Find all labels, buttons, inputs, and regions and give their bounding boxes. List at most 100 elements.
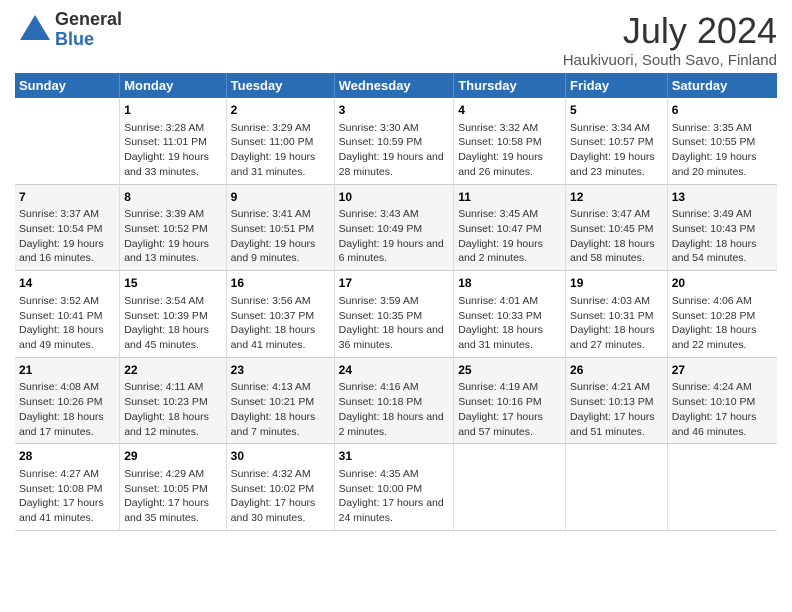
- daylight-text: Daylight: 17 hours and 51 minutes.: [570, 411, 655, 438]
- cell-content: Sunrise: 3:43 AMSunset: 10:49 PMDaylight…: [339, 207, 450, 266]
- sunrise-text: Sunrise: 4:24 AM: [672, 381, 752, 393]
- calendar-cell: 29 Sunrise: 4:29 AMSunset: 10:05 PMDaylig…: [120, 444, 226, 531]
- header-friday: Friday: [566, 73, 668, 98]
- calendar-cell: 21Sunrise: 4:08 AMSunset: 10:26 PMDaylig…: [15, 357, 120, 444]
- cell-content: Sunrise: 3:41 AM Sunset: 10:51 PM Daylight…: [231, 207, 330, 266]
- daylight-text: Daylight: 19 hours and 16 minutes.: [19, 238, 104, 265]
- cell-content: Sunrise: 3:45 AMSunset: 10:47 PMDaylight…: [458, 207, 561, 266]
- daylight-text: Daylight: 18 hours and 22 minutes.: [672, 324, 757, 351]
- cell-content: Sunrise: 3:39 AMSunset: 10:52 PMDaylight…: [124, 207, 221, 266]
- sunset-text: Sunset: 10:57 PM: [570, 136, 653, 148]
- cell-content: Sunrise: 4:11 AMSunset: 10:23 PMDaylight…: [124, 380, 221, 439]
- sunrise-text: Sunrise: 3:32 AM: [458, 122, 538, 134]
- calendar-cell: 9 Sunrise: 3:41 AM Sunset: 10:51 PM Dayligh…: [226, 184, 334, 271]
- sunset-text: Sunset: 10:51 PM: [231, 223, 314, 235]
- calendar-cell: 26Sunrise: 4:21 AMSunset: 10:13 PMDaylig…: [566, 357, 668, 444]
- cell-content: Sunrise: 4:16 AMSunset: 10:18 PMDaylight…: [339, 380, 450, 439]
- logo-blue: Blue: [55, 30, 122, 50]
- day-number: 16: [231, 275, 330, 292]
- sunrise-text: Sunrise: 3:37 AM: [19, 208, 99, 220]
- daylight-text: Daylight: 19 hours and 2 minutes.: [458, 238, 543, 265]
- sunrise-text: Sunrise: 3:28 AM: [124, 122, 204, 134]
- sunset-text: Sunset: 10:54 PM: [19, 223, 102, 235]
- cell-content: Sunrise: 4:27 AMSunset: 10:08 PMDaylight…: [19, 467, 115, 526]
- daylight-text: Daylight: 18 hours and 31 minutes.: [458, 324, 543, 351]
- calendar-cell: 25Sunrise: 4:19 AMSunset: 10:16 PMDaylig…: [454, 357, 566, 444]
- calendar-cell: 4Sunrise: 3:32 AMSunset: 10:58 PMDayligh…: [454, 98, 566, 184]
- day-number: 18: [458, 275, 561, 292]
- day-number: 31: [339, 448, 450, 465]
- calendar-cell: 13Sunrise: 3:49 AMSunset: 10:43 PMDaylig…: [667, 184, 777, 271]
- calendar-table: Sunday Monday Tuesday Wednesday Thursday…: [15, 73, 777, 531]
- daylight-text: Daylight: 18 hours and 58 minutes.: [570, 238, 655, 265]
- day-number: 11: [458, 189, 561, 206]
- daylight-text: Daylight: 17 hours and 41 minutes.: [19, 497, 104, 524]
- day-number: 29: [124, 448, 221, 465]
- cell-content: Sunrise: 4:19 AMSunset: 10:16 PMDaylight…: [458, 380, 561, 439]
- cell-content: Sunrise: 4:29 AMSunset: 10:05 PMDaylight…: [124, 467, 221, 526]
- day-number: 3: [339, 102, 450, 119]
- cell-content: Sunrise: 4:24 AM Sunset: 10:10 PM Daylight…: [672, 380, 773, 439]
- daylight-text: Daylight: 17 hours and 35 minutes.: [124, 497, 209, 524]
- day-number: 6: [672, 102, 773, 119]
- sunrise-text: Sunrise: 3:47 AM: [570, 208, 650, 220]
- calendar-week-row: 14Sunrise: 3:52 AMSunset: 10:41 PMDaylig…: [15, 271, 777, 358]
- sunrise-text: Sunrise: 4:19 AM: [458, 381, 538, 393]
- sunset-text: Sunset: 10:21 PM: [231, 396, 314, 408]
- calendar-cell: 7Sunrise: 3:37 AMSunset: 10:54 PMDayligh…: [15, 184, 120, 271]
- cell-content: Sunrise: 4:21 AMSunset: 10:13 PMDaylight…: [570, 380, 663, 439]
- cell-content: Sunrise: 4:06 AM Sunset: 10:28 PM Daylight…: [672, 294, 773, 353]
- main-title: July 2024: [563, 10, 777, 52]
- day-number: 17: [339, 275, 450, 292]
- cell-content: Sunrise: 3:56 AMSunset: 10:37 PMDaylight…: [231, 294, 330, 353]
- sunset-text: Sunset: 10:10 PM: [672, 396, 755, 408]
- cell-content: Sunrise: 4:01 AMSunset: 10:33 PMDaylight…: [458, 294, 561, 353]
- sunrise-text: Sunrise: 3:59 AM: [339, 295, 419, 307]
- day-number: 8: [124, 189, 221, 206]
- daylight-text: Daylight: 17 hours and 46 minutes.: [672, 411, 757, 438]
- sunrise-text: Sunrise: 3:34 AM: [570, 122, 650, 134]
- sunrise-text: Sunrise: 3:49 AM: [672, 208, 752, 220]
- sunset-text: Sunset: 10:13 PM: [570, 396, 653, 408]
- daylight-text: Daylight: 19 hours and 26 minutes.: [458, 151, 543, 178]
- calendar-cell: [667, 444, 777, 531]
- cell-content: Sunrise: 3:52 AMSunset: 10:41 PMDaylight…: [19, 294, 115, 353]
- calendar-cell: 10Sunrise: 3:43 AMSunset: 10:49 PMDaylig…: [334, 184, 454, 271]
- sunset-text: Sunset: 11:01 PM: [124, 136, 207, 148]
- cell-content: Sunrise: 3:32 AM Sunset: 10:58 PM Daylight…: [458, 121, 561, 180]
- sunrise-text: Sunrise: 4:06 AM: [672, 295, 752, 307]
- calendar-cell: 14Sunrise: 3:52 AMSunset: 10:41 PMDaylig…: [15, 271, 120, 358]
- daylight-text: Daylight: 19 hours and 20 minutes.: [672, 151, 757, 178]
- sunset-text: Sunset: 11:00 PM: [231, 136, 314, 148]
- sunrise-text: Sunrise: 4:08 AM: [19, 381, 99, 393]
- day-number: 20: [672, 275, 773, 292]
- sunrise-text: Sunrise: 3:41 AM: [231, 208, 311, 220]
- cell-content: Sunrise: 3:34 AM Sunset: 10:57 PM Daylight…: [570, 121, 663, 180]
- calendar-cell: 27Sunrise: 4:24 AMSunset: 10:10 PMDaylig…: [667, 357, 777, 444]
- calendar-cell: 3Sunrise: 3:30 AMSunset: 10:59 PMDayligh…: [334, 98, 454, 184]
- day-number: 9: [231, 189, 330, 206]
- sunset-text: Sunset: 10:23 PM: [124, 396, 207, 408]
- sunset-text: Sunset: 10:33 PM: [458, 310, 541, 322]
- calendar-week-row: 28 Sunrise: 4:27 AMSunset: 10:08 PMDaylig…: [15, 444, 777, 531]
- sunrise-text: Sunrise: 3:30 AM: [339, 122, 419, 134]
- day-number: 30: [231, 448, 330, 465]
- sunset-text: Sunset: 10:58 PM: [458, 136, 541, 148]
- sunset-text: Sunset: 10:28 PM: [672, 310, 755, 322]
- sunset-text: Sunset: 10:41 PM: [19, 310, 102, 322]
- calendar-cell: 16 Sunrise: 3:56 AMSunset: 10:37 PMDaylig…: [226, 271, 334, 358]
- daylight-text: Daylight: 19 hours and 9 minutes.: [231, 238, 316, 265]
- daylight-text: Daylight: 19 hours and 6 minutes.: [339, 238, 444, 265]
- calendar-cell: 20 Sunrise: 4:06 AM Sunset: 10:28 PM Daylig…: [667, 271, 777, 358]
- cell-content: Sunrise: 4:32 AMSunset: 10:02 PMDaylight…: [231, 467, 330, 526]
- daylight-text: Daylight: 19 hours and 23 minutes.: [570, 151, 655, 178]
- calendar-body: 1Sunrise: 3:28 AMSunset: 11:01 PMDayligh…: [15, 98, 777, 530]
- sunset-text: Sunset: 10:35 PM: [339, 310, 422, 322]
- logo-icon: [15, 10, 55, 50]
- daylight-text: Daylight: 17 hours and 57 minutes.: [458, 411, 543, 438]
- cell-content: Sunrise: 3:59 AMSunset: 10:35 PMDaylight…: [339, 294, 450, 353]
- sunset-text: Sunset: 10:26 PM: [19, 396, 102, 408]
- calendar-cell: 17Sunrise: 3:59 AMSunset: 10:35 PMDaylig…: [334, 271, 454, 358]
- sunrise-text: Sunrise: 3:56 AM: [231, 295, 311, 307]
- day-number: 28: [19, 448, 115, 465]
